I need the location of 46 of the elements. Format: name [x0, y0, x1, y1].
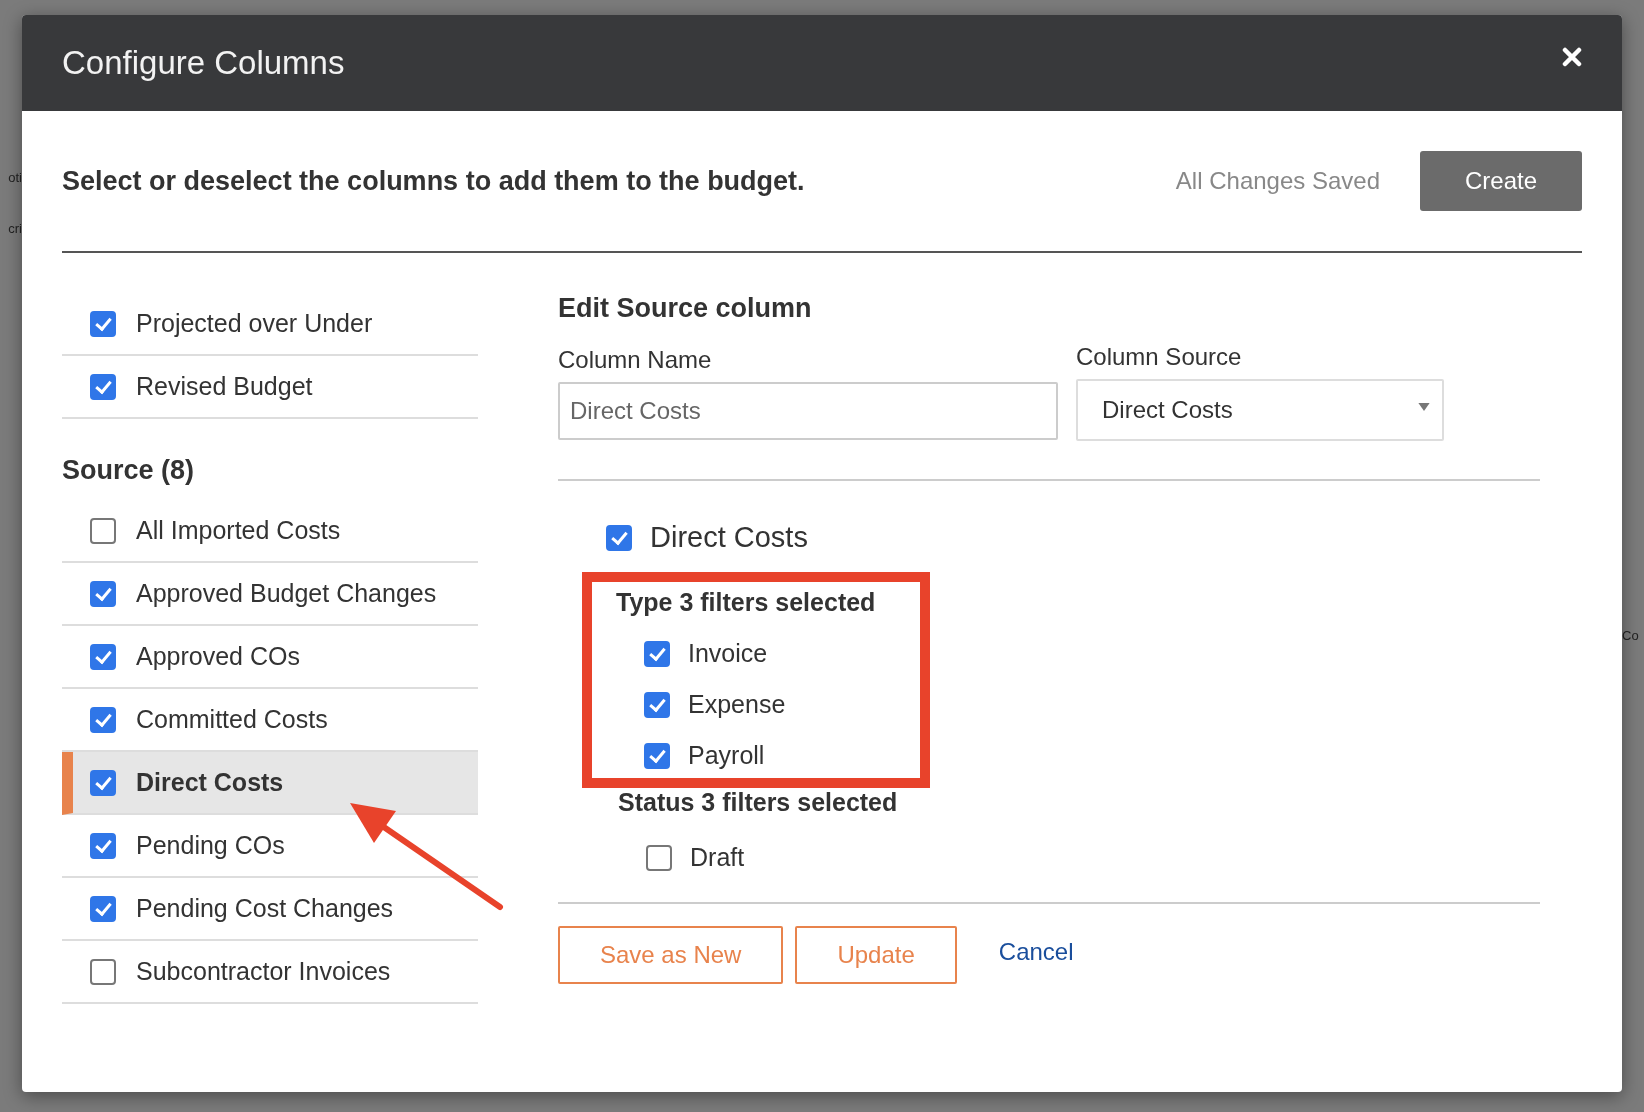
- section-heading: Source (8): [62, 455, 196, 486]
- checkbox[interactable]: [90, 310, 116, 337]
- close-icon[interactable]: [1562, 47, 1582, 67]
- checkbox[interactable]: [646, 844, 672, 871]
- checkbox[interactable]: [90, 895, 116, 922]
- section-heading: Edit Source column: [558, 293, 813, 324]
- column-list-item[interactable]: Approved Budget Changes: [62, 563, 478, 626]
- background-text: Co: [1622, 628, 1639, 643]
- checkbox[interactable]: [90, 643, 116, 670]
- checkbox[interactable]: [90, 832, 116, 859]
- checkbox[interactable]: [90, 580, 116, 607]
- background-text: oti: [8, 170, 22, 185]
- checkbox[interactable]: [644, 691, 670, 718]
- checkbox[interactable]: [90, 706, 116, 733]
- checkbox[interactable]: [606, 524, 632, 551]
- column-list-item[interactable]: Revised Budget: [62, 356, 478, 419]
- cancel-link[interactable]: Cancel: [998, 938, 1074, 966]
- field-label: Column Name: [558, 346, 713, 374]
- create-button[interactable]: Create: [1420, 151, 1582, 211]
- checkbox[interactable]: [90, 373, 116, 400]
- checkbox-label: Invoice: [688, 639, 768, 668]
- filter-heading: Status 3 filters selected: [618, 788, 899, 817]
- column-list-item[interactable]: All Imported Costs: [62, 500, 478, 563]
- checkbox[interactable]: [644, 640, 670, 667]
- column-list-item[interactable]: Approved COs: [62, 626, 478, 689]
- column-list-item[interactable]: Pending Cost Changes: [62, 878, 478, 941]
- window-title: Configure Columns: [62, 44, 345, 82]
- column-list-item[interactable]: Projected over Under: [62, 293, 478, 356]
- column-list-item[interactable]: Subcontractor Invoices: [62, 941, 478, 1004]
- checkbox-label: Draft: [690, 843, 745, 872]
- checkbox[interactable]: [90, 958, 116, 985]
- checkbox[interactable]: [644, 742, 670, 769]
- column-name-field[interactable]: Direct Costs: [558, 382, 1058, 440]
- background-text: cri: [8, 221, 22, 236]
- field-label: Column Source: [1076, 343, 1243, 371]
- checkbox-label: Expense: [688, 690, 786, 719]
- checkbox[interactable]: [90, 769, 116, 796]
- checkbox[interactable]: [90, 517, 116, 544]
- instruction-text: Select or deselect the columns to add them to the budget.: [62, 165, 806, 197]
- checkbox-label: Payroll: [688, 741, 765, 770]
- caret-icon: [1418, 402, 1430, 412]
- save-status: All Changes Saved: [1175, 167, 1380, 195]
- checkbox-label: Direct Costs: [650, 521, 808, 554]
- column-list-item[interactable]: Direct Costs: [62, 752, 478, 815]
- column-source-dropdown[interactable]: Direct Costs: [1076, 379, 1444, 441]
- filter-heading: Type 3 filters selected: [616, 588, 877, 617]
